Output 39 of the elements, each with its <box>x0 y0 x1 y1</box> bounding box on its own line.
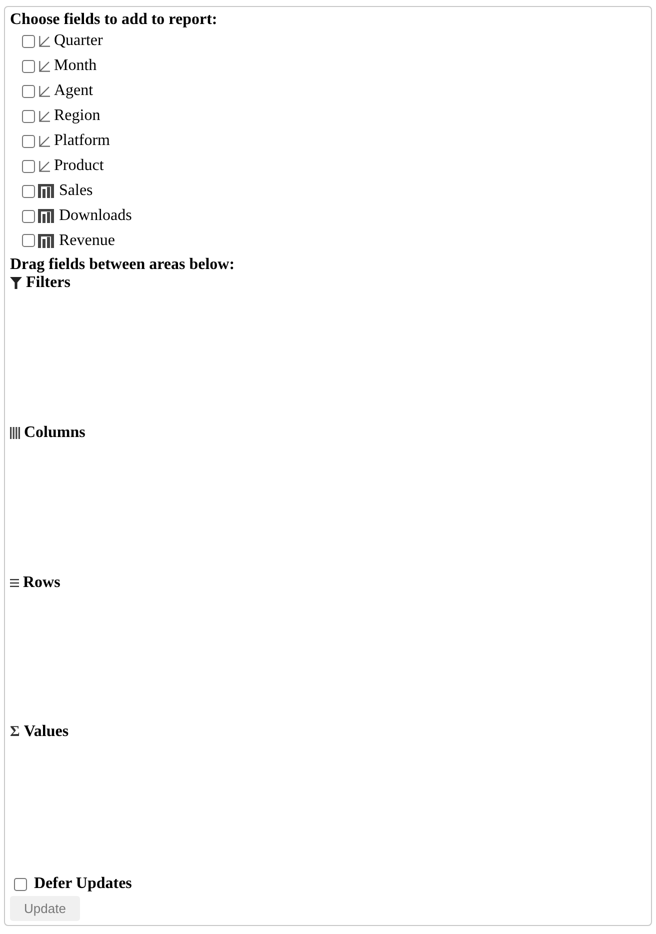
angle-icon <box>39 36 50 47</box>
section-title: Choose fields to add to report: <box>10 11 218 29</box>
funnel-icon <box>10 277 22 290</box>
field-checkbox[interactable] <box>22 60 35 73</box>
field-label[interactable]: Quarter <box>54 32 103 50</box>
field-checkbox[interactable] <box>22 110 35 123</box>
angle-icon <box>39 160 50 172</box>
rows-icon <box>10 578 19 587</box>
bar-chart-icon <box>38 209 54 224</box>
columns-icon <box>10 427 20 440</box>
field-label[interactable]: Revenue <box>59 232 115 250</box>
defer-checkbox[interactable] <box>14 878 27 890</box>
angle-icon <box>39 86 50 97</box>
field-checkbox[interactable] <box>22 134 35 148</box>
field-label[interactable]: Region <box>54 107 100 126</box>
field-checkbox[interactable] <box>22 210 35 223</box>
field-checkbox[interactable] <box>22 84 35 98</box>
field-label[interactable]: Platform <box>54 132 110 150</box>
defer-label[interactable]: Defer Updates <box>34 875 132 893</box>
field-label[interactable]: Downloads <box>59 207 132 226</box>
bar-chart-icon <box>38 234 54 248</box>
area-title: Columns <box>24 424 86 442</box>
field-checkbox[interactable] <box>22 184 35 198</box>
field-label[interactable]: Product <box>54 157 104 176</box>
angle-icon <box>39 60 50 72</box>
area-title: Rows <box>23 574 60 592</box>
angle-icon <box>39 110 50 122</box>
angle-icon <box>39 136 50 147</box>
bar-chart-icon <box>38 184 54 198</box>
field-checkbox[interactable] <box>22 34 35 48</box>
field-checkbox[interactable] <box>22 234 35 248</box>
field-label[interactable]: Month <box>54 57 97 76</box>
area-title: Values <box>24 723 69 742</box>
field-label[interactable]: Agent <box>54 82 94 100</box>
sigma-icon: Σ <box>10 723 20 742</box>
section-title: Drag fields between areas below: <box>10 256 236 274</box>
field-checkbox[interactable] <box>22 160 35 173</box>
field-label[interactable]: Sales <box>59 182 93 200</box>
area-title: Filters <box>26 274 70 292</box>
